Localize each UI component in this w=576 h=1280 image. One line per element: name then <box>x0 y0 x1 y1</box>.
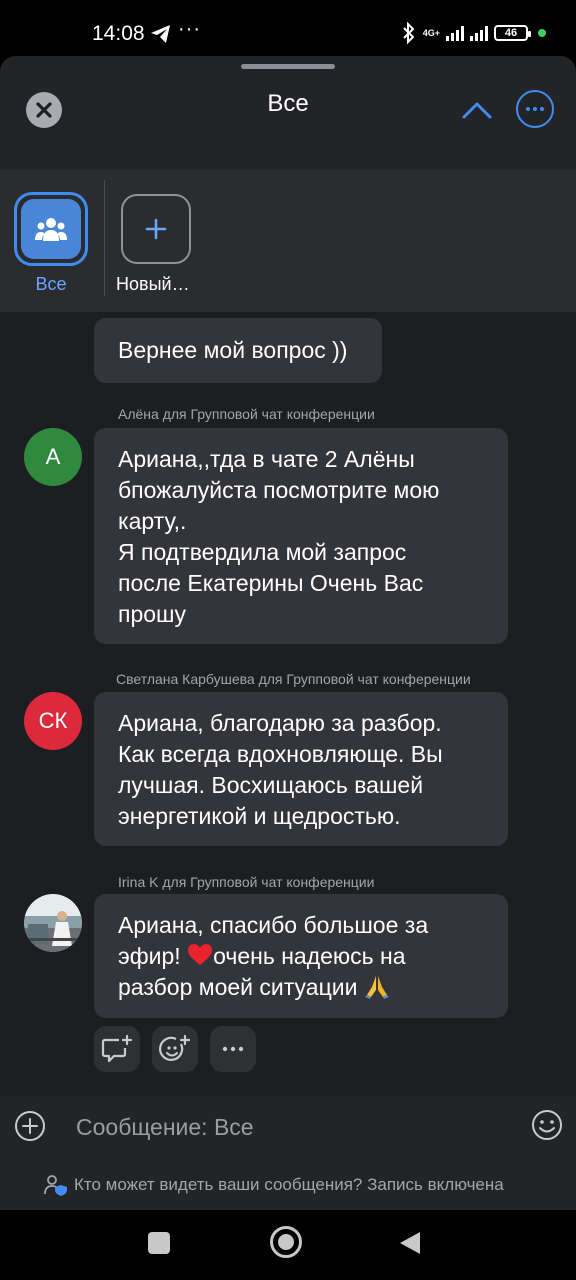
message-line: разбор моей ситуации <box>118 974 364 1000</box>
signal-icon <box>446 25 464 41</box>
message-line: лучшая. Восхищаюсь вашей <box>118 772 424 798</box>
telegram-icon <box>151 25 170 43</box>
group-all-button[interactable] <box>14 192 88 266</box>
recent-apps-button[interactable] <box>148 1232 170 1254</box>
group-all-label: Все <box>35 274 67 294</box>
chevron-up-icon[interactable] <box>460 96 494 124</box>
message-line: Ариана, благодарю за разбор. <box>118 710 442 736</box>
new-group-label: Новый… <box>116 274 190 294</box>
system-nav-bar <box>0 1210 576 1280</box>
status-bar: 14:08 ··· 4G+ 46 <box>0 0 576 56</box>
emoji-icon[interactable] <box>530 1108 564 1142</box>
bluetooth-icon <box>403 22 415 44</box>
avatar-photo[interactable] <box>24 894 82 952</box>
new-group-button[interactable] <box>121 194 191 264</box>
heart-emoji-icon <box>188 944 213 965</box>
message-bubble[interactable]: Ариана, спасибо большое за эфир! очень н… <box>94 894 508 1018</box>
message-line: прошу <box>118 601 186 627</box>
message-bubble[interactable]: Ариана,,тда в чате 2 Алёны бпожалуйста п… <box>94 428 508 644</box>
message-line: после Екатерины Очень Вас <box>118 570 424 596</box>
message-line: энергетикой и щедростью. <box>118 803 401 829</box>
signal-icon-2 <box>470 25 488 41</box>
privacy-indicator-icon <box>538 29 546 37</box>
people-icon <box>35 218 67 241</box>
add-reaction-button[interactable] <box>152 1026 198 1072</box>
message-line: Я подтвердила мой запрос <box>118 539 407 565</box>
more-options-button[interactable] <box>516 90 554 128</box>
screen: 14:08 ··· 4G+ 46 Все Все Новый… Вернее м… <box>0 0 576 1280</box>
message-composer: Кто может видеть ваши сообщения? Запись … <box>0 1096 576 1210</box>
battery-level: 46 <box>504 27 518 39</box>
message-line: карту,. <box>118 508 187 534</box>
message-bubble[interactable]: Ариана, благодарю за разбор. Как всегда … <box>94 692 508 846</box>
message-line: бпожалуйста посмотрите мою <box>118 477 440 503</box>
plus-icon <box>145 218 167 240</box>
add-attachment-icon[interactable] <box>14 1110 46 1142</box>
message-line: Ариана, спасибо большое за <box>118 912 429 938</box>
drag-handle[interactable] <box>241 64 335 69</box>
avatar[interactable]: А <box>24 428 82 486</box>
privacy-note[interactable]: Кто может видеть ваши сообщения? Запись … <box>44 1174 504 1196</box>
network-type-label: 4G+ <box>422 27 440 38</box>
back-button[interactable] <box>398 1230 422 1256</box>
message-line: Как всегда вдохновляюще. Вы <box>118 741 443 767</box>
praying-hands-emoji-icon <box>364 976 389 999</box>
reply-button[interactable] <box>94 1026 140 1072</box>
battery-icon: 46 <box>494 25 531 41</box>
add-emoji-icon <box>159 1034 191 1061</box>
add-comment-icon <box>101 1034 133 1063</box>
message-line: очень надеюсь на <box>213 943 406 969</box>
message-line: Ариана,,тда в чате 2 Алёны <box>118 446 415 472</box>
status-time: 14:08 <box>92 22 145 45</box>
more-horizontal-icon <box>222 1046 244 1052</box>
status-indicators: 4G+ 46 <box>401 22 546 44</box>
groups-bar: Все Новый… <box>0 170 576 312</box>
chat-sheet: Все Все Новый… Вернее мой вопрос)) Алён… <box>0 56 576 1210</box>
message-sender: Светлана Карбушева для Групповой чат кон… <box>116 671 471 687</box>
home-button[interactable] <box>270 1226 302 1258</box>
message-text: Вернее мой вопрос )) <box>118 337 348 363</box>
divider <box>104 180 105 296</box>
message-sender: Алёна для Групповой чат конференции <box>118 406 375 422</box>
sheet-header: Все <box>0 56 576 170</box>
message-sender: Irina K для Групповой чат конференции <box>118 874 375 890</box>
message-input[interactable] <box>76 1110 496 1144</box>
more-notifications-icon: ··· <box>178 18 201 40</box>
user-shield-icon <box>44 1175 67 1196</box>
message-bubble[interactable]: Вернее мой вопрос )) <box>94 318 382 383</box>
privacy-note-text: Кто может видеть ваши сообщения? Запись … <box>74 1175 504 1194</box>
message-more-button[interactable] <box>210 1026 256 1072</box>
message-line: эфир! <box>118 943 188 969</box>
avatar[interactable]: СК <box>24 692 82 750</box>
